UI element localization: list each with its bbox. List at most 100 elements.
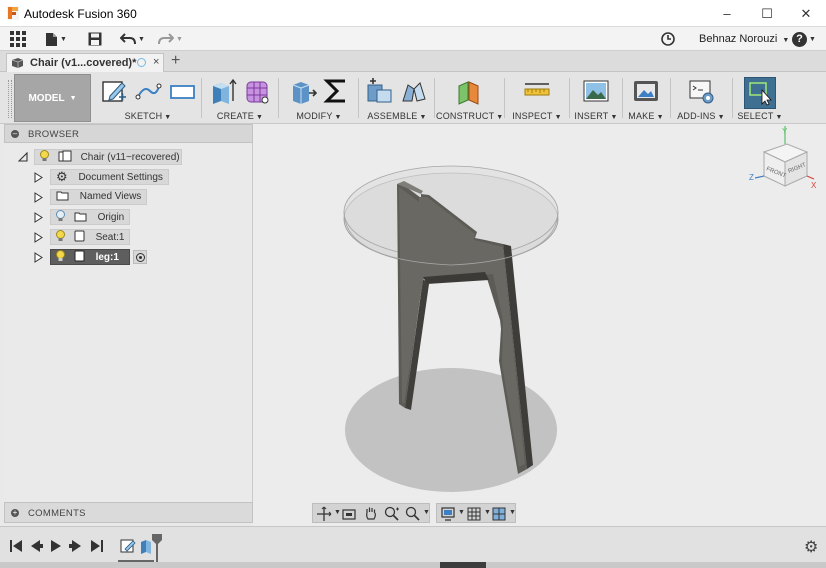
joint-icon[interactable] <box>400 77 428 105</box>
toolbar-grip[interactable] <box>8 80 12 118</box>
display-settings-icon[interactable] <box>441 507 455 521</box>
look-at-icon[interactable] <box>342 507 356 521</box>
collapsed-triangle-icon[interactable] <box>34 192 43 203</box>
expanded-triangle-icon[interactable] <box>18 152 28 162</box>
new-component-icon[interactable] <box>366 77 394 105</box>
grid-settings-icon[interactable] <box>467 507 481 521</box>
activate-component-radio[interactable] <box>133 250 147 264</box>
viewports-icon[interactable] <box>492 507 506 521</box>
step-forward-icon[interactable] <box>69 540 83 552</box>
chevron-down-icon[interactable]: ▼ <box>458 509 465 516</box>
create-group-label[interactable]: CREATE ▼ <box>204 111 276 121</box>
document-tab[interactable]: Chair (v1...covered)* × <box>6 53 164 72</box>
redo-button[interactable]: ▼ <box>158 30 183 48</box>
zoom-icon[interactable] <box>384 506 399 521</box>
browser-item-document-settings[interactable]: ⚙ Document Settings <box>34 169 234 185</box>
view-cube[interactable]: FRONT RIGHT Y Z X <box>749 126 819 196</box>
workspace-switcher[interactable]: MODEL ▼ <box>14 74 91 122</box>
collapsed-triangle-icon[interactable] <box>34 212 43 223</box>
document-settings-chip: ⚙ Document Settings <box>50 169 169 185</box>
assemble-group-label[interactable]: ASSEMBLE ▼ <box>361 111 433 121</box>
new-tab-button[interactable]: + <box>171 52 180 70</box>
title-bar: Autodesk Fusion 360 – ☐ ✕ <box>0 0 826 27</box>
model-viewport[interactable] <box>253 124 826 526</box>
3d-print-icon[interactable] <box>632 77 660 105</box>
maximize-button[interactable]: ☐ <box>747 0 787 27</box>
lightbulb-icon[interactable] <box>40 150 49 162</box>
go-to-start-icon[interactable] <box>9 540 23 552</box>
design-canvas[interactable]: FRONT RIGHT Y Z X <box>253 124 826 526</box>
ribbon-separator <box>358 78 359 118</box>
minimize-button[interactable]: – <box>707 0 747 27</box>
ribbon-separator <box>278 78 279 118</box>
offset-plane-icon[interactable] <box>455 77 483 105</box>
chevron-down-icon[interactable]: ▼ <box>484 509 491 516</box>
save-button[interactable] <box>88 30 102 48</box>
press-pull-icon[interactable] <box>289 77 317 105</box>
browser-item-leg[interactable]: leg:1 <box>34 249 234 265</box>
select-group-label[interactable]: SELECT ▼ <box>735 111 785 121</box>
lightbulb-icon[interactable] <box>56 230 65 242</box>
sigma-icon[interactable] <box>323 77 349 105</box>
ribbon-separator <box>434 78 435 118</box>
pan-hand-icon[interactable] <box>364 506 378 521</box>
browser-root-node[interactable]: Chair (v11~recovered) <box>18 149 218 165</box>
collapsed-triangle-icon[interactable] <box>34 252 43 263</box>
fit-zoom-icon[interactable] <box>405 506 420 521</box>
inspect-group-label[interactable]: INSPECT ▼ <box>507 111 567 121</box>
timeline-sketch-feature-icon[interactable] <box>120 538 136 554</box>
comments-panel[interactable]: + COMMENTS <box>4 502 253 523</box>
chevron-down-icon[interactable]: ▼ <box>334 509 341 516</box>
browser-item-named-views[interactable]: Named Views <box>34 189 234 205</box>
file-menu-button[interactable]: ▼ <box>45 30 67 48</box>
user-account-menu[interactable]: Behnaz Norouzi ▼ <box>699 33 789 45</box>
browser-header[interactable]: – BROWSER <box>4 124 253 143</box>
modify-group-label[interactable]: MODIFY ▼ <box>281 111 357 121</box>
collapsed-triangle-icon[interactable] <box>34 232 43 243</box>
lightbulb-off-icon[interactable] <box>56 210 65 222</box>
orbit-icon[interactable] <box>316 506 332 522</box>
close-tab-button[interactable]: × <box>153 56 159 68</box>
form-icon[interactable] <box>243 77 271 105</box>
help-button[interactable]: ? ▼ <box>792 30 816 48</box>
select-group: SELECT ▼ <box>735 74 785 122</box>
axis-y-label: Y <box>782 127 788 136</box>
ribbon-separator <box>732 78 733 118</box>
sketch-group-label[interactable]: SKETCH ▼ <box>96 111 200 121</box>
timeline-marker[interactable] <box>151 534 163 562</box>
add-ins-group: ADD-INS ▼ <box>672 74 730 122</box>
ribbon-separator <box>569 78 570 118</box>
create-sketch-icon[interactable] <box>100 77 128 105</box>
inspect-group: INSPECT ▼ <box>507 74 567 122</box>
chevron-down-icon: ▼ <box>176 35 183 43</box>
arc-spline-icon[interactable] <box>134 77 162 105</box>
measure-icon[interactable] <box>523 77 551 105</box>
rectangle-icon[interactable] <box>168 77 196 105</box>
go-to-end-icon[interactable] <box>90 540 104 552</box>
insert-group-label[interactable]: INSERT ▼ <box>572 111 620 121</box>
undo-button[interactable]: ▼ <box>120 30 145 48</box>
job-status-button[interactable] <box>661 30 675 48</box>
scripts-addins-icon[interactable] <box>687 77 715 105</box>
add-ins-group-label[interactable]: ADD-INS ▼ <box>672 111 730 121</box>
data-panel-button[interactable] <box>10 30 26 48</box>
chevron-down-icon[interactable]: ▼ <box>423 509 430 516</box>
browser-root-label: Chair (v11~recovered) <box>80 152 180 163</box>
collapsed-triangle-icon[interactable] <box>34 172 43 183</box>
named-views-label: Named Views <box>79 191 142 202</box>
axis-z-label: Z <box>749 173 754 182</box>
select-tool-button[interactable] <box>744 77 776 109</box>
browser-item-origin[interactable]: Origin <box>34 209 234 225</box>
insert-image-icon[interactable] <box>582 77 610 105</box>
extrude-icon[interactable] <box>209 77 237 105</box>
play-icon[interactable] <box>49 540 63 552</box>
lightbulb-icon[interactable] <box>56 250 65 262</box>
construct-group-label[interactable]: CONSTRUCT ▼ <box>436 111 503 121</box>
browser-item-seat[interactable]: Seat:1 <box>34 229 234 245</box>
close-window-button[interactable]: ✕ <box>786 0 826 27</box>
make-group: MAKE ▼ <box>624 74 668 122</box>
make-group-label[interactable]: MAKE ▼ <box>624 111 668 121</box>
chevron-down-icon[interactable]: ▼ <box>509 509 516 516</box>
step-back-icon[interactable] <box>29 540 43 552</box>
settings-gear-icon[interactable]: ⚙ <box>804 537 818 557</box>
